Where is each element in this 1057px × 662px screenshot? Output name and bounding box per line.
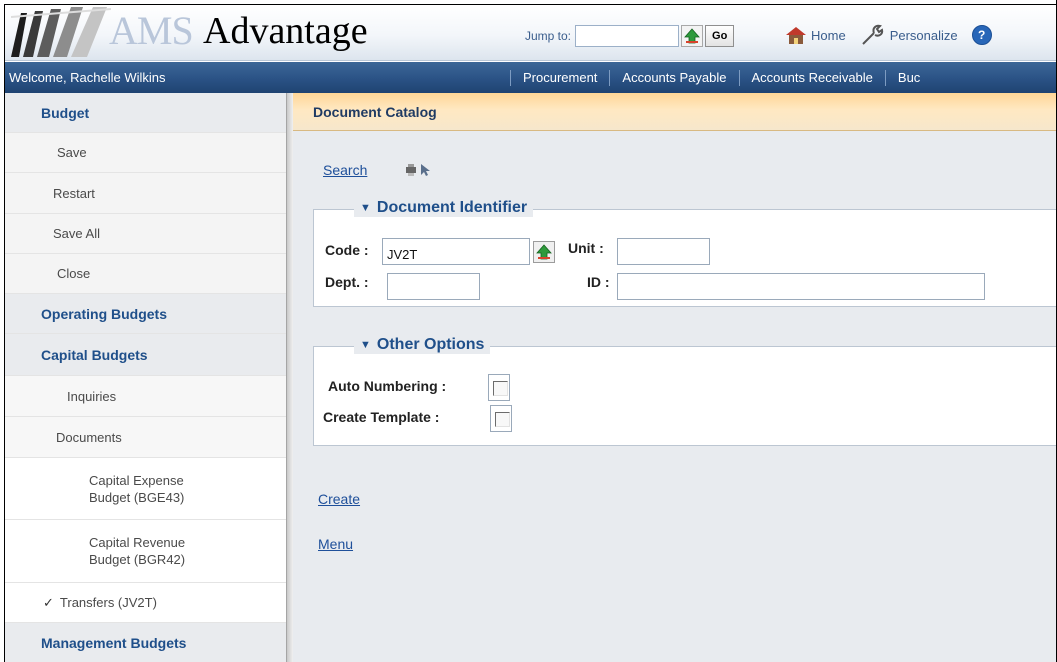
- sidebar-budget-label: Budget: [41, 104, 90, 121]
- jump-up-arrow-button[interactable]: [681, 25, 704, 47]
- jump-to-label: Jump to:: [525, 29, 572, 43]
- application-window: AMS Advantage Jump to: Go Home Personali…: [4, 4, 1057, 662]
- code-label: Code :: [325, 242, 369, 258]
- sidebar-capital-budgets[interactable]: Capital Budgets: [5, 334, 289, 376]
- unit-label: Unit :: [568, 240, 604, 256]
- wrench-icon: [861, 24, 883, 45]
- welcome-text: Welcome, Rachelle Wilkins: [9, 70, 166, 85]
- sidebar-item-save-all[interactable]: Save All: [5, 214, 289, 254]
- sidebar-management-budgets[interactable]: Management Budgets: [5, 623, 289, 662]
- sidebar-item-restart[interactable]: Restart: [5, 173, 289, 214]
- search-row: Search: [323, 162, 431, 178]
- cursor-pointer-icon[interactable]: [419, 163, 431, 177]
- sidebar-operating-budgets[interactable]: Operating Budgets: [5, 294, 289, 334]
- code-lookup-button[interactable]: [533, 241, 555, 263]
- module-tabs: Procurement Accounts Payable Accounts Re…: [510, 62, 932, 93]
- sidebar-documents-label: Documents: [56, 429, 122, 445]
- sidebar-capital-revenue-line1: Capital Revenue: [89, 535, 186, 550]
- tab-budget[interactable]: Buc: [884, 69, 932, 86]
- home-label: Home: [811, 27, 846, 43]
- print-icon[interactable]: [405, 163, 417, 177]
- menu-link[interactable]: Menu: [318, 536, 353, 552]
- go-button[interactable]: Go: [705, 25, 735, 47]
- dept-field[interactable]: [387, 273, 480, 300]
- main-nav-bar: Welcome, Rachelle Wilkins Procurement Ac…: [5, 62, 1057, 93]
- sidebar-capital-budgets-label: Capital Budgets: [41, 346, 148, 363]
- jump-to-control: Jump to: Go: [525, 25, 735, 47]
- sidebar-splitter[interactable]: [286, 93, 293, 662]
- sidebar-item-capital-expense[interactable]: Capital Expense Budget (BGE43): [5, 458, 289, 520]
- tab-accounts-payable[interactable]: Accounts Payable: [609, 69, 738, 86]
- collapse-triangle-icon: ▼: [360, 202, 371, 214]
- jump-to-input[interactable]: [575, 25, 680, 47]
- sidebar-item-inquiries[interactable]: Inquiries: [5, 376, 289, 417]
- personalize-label: Personalize: [889, 27, 958, 43]
- sidebar-item-close[interactable]: Close: [5, 254, 289, 294]
- page-title-bar: Document Catalog: [293, 93, 1057, 131]
- personalize-link[interactable]: Personalize: [860, 24, 958, 46]
- create-template-label: Create Template :: [323, 409, 440, 425]
- sidebar: Budget Save Restart Save All Close Opera…: [5, 93, 289, 662]
- sidebar-management-budgets-label: Management Budgets: [41, 634, 187, 651]
- pillars-logo-icon: [11, 7, 111, 57]
- sidebar-close-label: Close: [57, 266, 91, 281]
- sidebar-item-save[interactable]: Save: [5, 133, 289, 173]
- help-icon[interactable]: ?: [971, 25, 992, 45]
- tab-procurement[interactable]: Procurement: [510, 69, 609, 86]
- toolbar-icons: [405, 163, 431, 177]
- create-link[interactable]: Create: [318, 491, 360, 507]
- logo-advantage-text: Advantage: [203, 10, 368, 52]
- unit-field[interactable]: [617, 238, 710, 265]
- sidebar-capital-expense-line2: Budget (BGE43): [89, 489, 185, 505]
- top-nav: Home Personalize ?: [785, 22, 992, 48]
- other-options-title: Other Options: [376, 336, 485, 353]
- ams-advantage-logo: AMS Advantage: [11, 5, 381, 57]
- collapse-triangle-icon: ▼: [360, 339, 371, 351]
- home-icon: [786, 27, 806, 44]
- dept-label: Dept. :: [325, 274, 369, 290]
- id-field[interactable]: [617, 273, 985, 300]
- sidebar-item-documents[interactable]: Documents: [5, 417, 289, 458]
- sidebar-capital-expense-line1: Capital Expense: [89, 472, 184, 488]
- sidebar-inquiries-label: Inquiries: [67, 388, 117, 404]
- auto-numbering-label: Auto Numbering :: [328, 378, 447, 394]
- checkmark-icon: ✓: [43, 595, 54, 610]
- sidebar-save-label: Save: [57, 145, 87, 160]
- id-label: ID :: [587, 274, 610, 290]
- top-banner: AMS Advantage Jump to: Go Home Personali…: [5, 5, 1057, 61]
- code-field[interactable]: [382, 238, 530, 265]
- sidebar-item-capital-revenue[interactable]: Capital Revenue Budget (BGR42): [5, 520, 289, 583]
- other-options-legend[interactable]: ▼ Other Options: [354, 336, 491, 354]
- main-content: Document Catalog Search ▼ Document Ident…: [293, 93, 1057, 662]
- home-link[interactable]: Home: [785, 25, 846, 45]
- search-link[interactable]: Search: [323, 162, 367, 178]
- sidebar-capital-revenue-line2: Budget (BGR42): [89, 552, 186, 567]
- sidebar-operating-budgets-label: Operating Budgets: [41, 305, 168, 322]
- sidebar-item-transfers[interactable]: ✓ Transfers (JV2T): [5, 583, 289, 623]
- logo-ams-text: AMS: [109, 8, 194, 53]
- document-identifier-panel: ▼ Document Identifier Code : Unit : Dept…: [313, 199, 1057, 307]
- sidebar-budget-heading[interactable]: Budget: [5, 93, 289, 133]
- other-options-panel: ▼ Other Options Auto Numbering : Create …: [313, 336, 1057, 446]
- up-arrow-icon: [684, 28, 700, 44]
- up-arrow-icon: [536, 244, 552, 260]
- auto-numbering-checkbox[interactable]: [488, 374, 510, 401]
- create-template-checkbox[interactable]: [490, 405, 512, 432]
- document-identifier-legend[interactable]: ▼ Document Identifier: [354, 199, 534, 217]
- sidebar-transfers-label: Transfers (JV2T): [59, 595, 157, 610]
- sidebar-restart-label: Restart: [53, 185, 95, 201]
- document-identifier-title: Document Identifier: [376, 199, 528, 216]
- tab-accounts-receivable[interactable]: Accounts Receivable: [738, 69, 885, 86]
- page-title: Document Catalog: [313, 103, 437, 120]
- sidebar-save-all-label: Save All: [53, 226, 100, 241]
